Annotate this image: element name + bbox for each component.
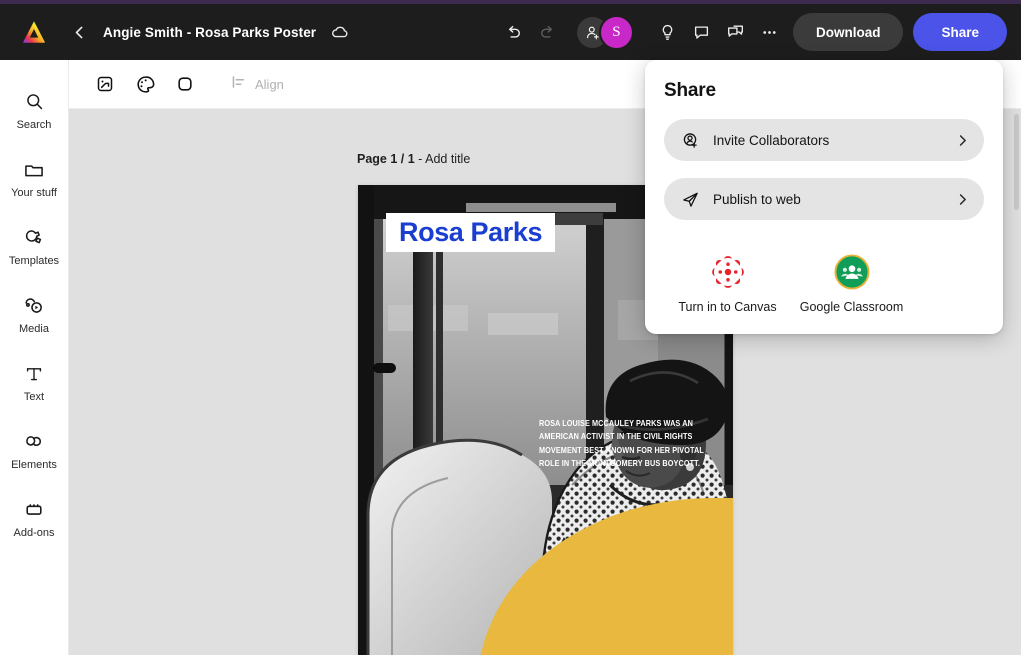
invite-collaborators-label: Invite Collaborators xyxy=(713,132,830,148)
google-classroom-label: Google Classroom xyxy=(799,300,904,314)
page-number: Page 1 / 1 xyxy=(357,152,415,166)
document-title[interactable]: Angie Smith - Rosa Parks Poster xyxy=(103,25,316,40)
google-classroom-tile[interactable]: Google Classroom xyxy=(799,253,904,314)
download-button[interactable]: Download xyxy=(792,13,904,51)
back-button[interactable] xyxy=(65,18,93,46)
sidebar-item-label: Your stuff xyxy=(11,186,57,199)
header-actions: S Download Share xyxy=(497,13,1021,51)
more-horizontal-icon[interactable] xyxy=(753,15,787,49)
rounded-square-icon[interactable] xyxy=(168,67,202,101)
text-icon xyxy=(23,362,45,386)
share-panel-heading: Share xyxy=(664,80,716,101)
avatar[interactable]: S xyxy=(600,16,632,48)
comment-icon[interactable] xyxy=(685,15,719,49)
lightbulb-icon[interactable] xyxy=(651,15,685,49)
chevron-right-icon xyxy=(955,133,970,148)
resize-image-icon[interactable] xyxy=(88,67,122,101)
align-left-icon xyxy=(230,73,248,96)
adobe-express-editor: Angie Smith - Rosa Parks Poster S Downlo… xyxy=(0,0,1021,655)
sidebar-item-text[interactable]: Text xyxy=(1,348,67,416)
color-palette-icon[interactable] xyxy=(128,67,162,101)
page-label[interactable]: Page 1 / 1 - Add title xyxy=(357,152,470,166)
google-classroom-icon xyxy=(833,253,871,291)
turn-in-to-canvas-label: Turn in to Canvas xyxy=(678,300,777,314)
adobe-express-logo[interactable] xyxy=(17,15,51,49)
add-collaborator-icon xyxy=(681,131,700,150)
chevron-right-icon xyxy=(955,192,970,207)
sidebar-item-label: Search xyxy=(16,118,52,131)
add-ons-icon xyxy=(23,498,45,522)
media-icon xyxy=(23,294,45,318)
poster-body-text[interactable]: ROSA LOUISE MCCAULEY PARKS WAS AN AMERIC… xyxy=(539,417,715,470)
redo-icon xyxy=(531,15,565,49)
invite-collaborators-row[interactable]: Invite Collaborators xyxy=(664,119,984,161)
sidebar-item-add-ons[interactable]: Add-ons xyxy=(1,484,67,552)
sidebar-item-label: Text xyxy=(23,390,45,403)
cloud-saved-icon xyxy=(328,20,352,44)
sidebar-item-media[interactable]: Media xyxy=(1,280,67,348)
left-sidebar: Search Your stuff Templates Media Text E… xyxy=(0,60,69,655)
comments-group-icon[interactable] xyxy=(719,15,753,49)
share-destinations: Turn in to Canvas Google Classroom xyxy=(664,253,984,314)
share-panel: Share Invite Collaborators Publish to we… xyxy=(645,60,1003,334)
share-button[interactable]: Share xyxy=(913,13,1007,51)
undo-icon[interactable] xyxy=(497,15,531,49)
elements-icon xyxy=(23,430,45,454)
sidebar-item-label: Add-ons xyxy=(13,526,55,539)
sidebar-item-label: Elements xyxy=(11,458,57,471)
scrollbar-thumb[interactable] xyxy=(1014,114,1019,210)
canvas-lms-icon xyxy=(709,253,747,291)
sidebar-item-your-stuff[interactable]: Your stuff xyxy=(1,144,67,212)
templates-icon xyxy=(23,226,45,250)
add-title-link[interactable]: - Add title xyxy=(418,152,470,166)
app-header: Angie Smith - Rosa Parks Poster S Downlo… xyxy=(0,4,1021,60)
poster-title[interactable]: Rosa Parks xyxy=(386,213,556,253)
send-paper-plane-icon xyxy=(681,190,700,209)
vertical-scrollbar[interactable] xyxy=(1012,109,1021,655)
folder-icon xyxy=(23,158,45,182)
align-control: Align xyxy=(230,73,284,96)
search-icon xyxy=(24,90,45,114)
turn-in-to-canvas-tile[interactable]: Turn in to Canvas xyxy=(678,253,777,314)
publish-to-web-row[interactable]: Publish to web xyxy=(664,178,984,220)
align-label: Align xyxy=(255,76,284,92)
collaborators-group: S xyxy=(576,16,632,48)
sidebar-item-search[interactable]: Search xyxy=(1,76,67,144)
sidebar-item-label: Templates xyxy=(8,254,60,267)
sidebar-item-label: Media xyxy=(19,322,49,335)
publish-to-web-label: Publish to web xyxy=(713,191,801,207)
sidebar-item-templates[interactable]: Templates xyxy=(1,212,67,280)
sidebar-item-elements[interactable]: Elements xyxy=(1,416,67,484)
